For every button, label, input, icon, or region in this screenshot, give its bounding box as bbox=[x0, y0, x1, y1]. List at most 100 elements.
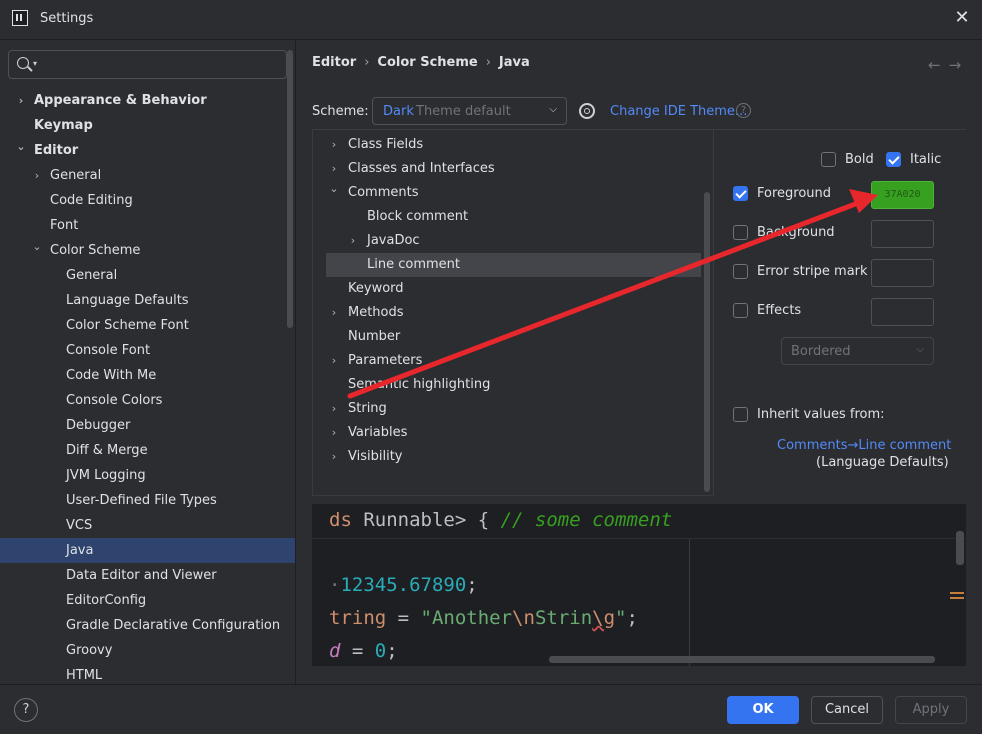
apply-button[interactable]: Apply bbox=[895, 696, 967, 724]
sidebar-item[interactable]: › General bbox=[0, 163, 295, 188]
sidebar-item[interactable]: Font bbox=[0, 213, 295, 238]
search-input[interactable] bbox=[45, 55, 275, 75]
sidebar-scrollbar[interactable] bbox=[287, 50, 293, 328]
attribute-item-label: Keyword bbox=[348, 281, 404, 296]
sidebar-item-label: Language Defaults bbox=[66, 293, 189, 308]
italic-checkbox[interactable] bbox=[886, 152, 901, 167]
chevron-right-icon[interactable]: › bbox=[16, 88, 26, 113]
sidebar-item[interactable]: General bbox=[0, 263, 295, 288]
sidebar-item[interactable]: Keymap bbox=[0, 113, 295, 138]
foreground-color-swatch[interactable]: 37A020 bbox=[871, 181, 934, 209]
chevron-right-icon[interactable]: › bbox=[329, 445, 339, 469]
sidebar-item[interactable]: HTML bbox=[0, 663, 295, 684]
effect-type-dropdown[interactable]: Bordered ⌵ bbox=[781, 337, 934, 365]
sidebar-item[interactable]: Diff & Merge bbox=[0, 438, 295, 463]
code-preview[interactable]: ds Runnable> { // some comment ·12345.67… bbox=[312, 504, 966, 666]
sidebar-item-label: General bbox=[50, 168, 102, 183]
close-icon[interactable]: ✕ bbox=[952, 8, 972, 28]
code-text: ; bbox=[626, 607, 638, 629]
preview-vertical-scrollbar[interactable] bbox=[956, 531, 964, 565]
inherit-checkbox[interactable] bbox=[733, 407, 748, 422]
attribute-item-label: Comments bbox=[348, 185, 419, 200]
attribute-item[interactable]: › Visibility bbox=[313, 445, 703, 469]
sidebar-item[interactable]: ⌄ Editor bbox=[0, 138, 295, 163]
search-box[interactable]: ▾ bbox=[8, 50, 287, 79]
breadcrumb-separator-icon: › bbox=[485, 55, 491, 70]
sidebar-item[interactable]: Data Editor and Viewer bbox=[0, 563, 295, 588]
attribute-item[interactable]: › Parameters bbox=[313, 349, 703, 373]
attribute-item-label: String bbox=[348, 401, 387, 416]
sidebar-item[interactable]: Console Colors bbox=[0, 388, 295, 413]
effects-label: Effects bbox=[757, 303, 802, 318]
attribute-item[interactable]: Number bbox=[313, 325, 703, 349]
chevron-right-icon[interactable]: › bbox=[329, 349, 339, 373]
sidebar-item[interactable]: Console Font bbox=[0, 338, 295, 363]
sidebar-item[interactable]: Debugger bbox=[0, 413, 295, 438]
error-stripe-color-swatch[interactable] bbox=[871, 259, 934, 287]
chevron-right-icon[interactable]: › bbox=[348, 229, 358, 253]
sidebar-item-label: Groovy bbox=[66, 643, 113, 658]
chevron-right-icon[interactable]: › bbox=[32, 163, 42, 188]
sidebar-item[interactable]: Groovy bbox=[0, 638, 295, 663]
sidebar-item[interactable]: User-Defined File Types bbox=[0, 488, 295, 513]
background-color-swatch[interactable] bbox=[871, 220, 934, 248]
chevron-right-icon[interactable]: › bbox=[329, 421, 339, 445]
code-text: ; bbox=[386, 640, 398, 662]
help-button[interactable]: ? bbox=[14, 698, 38, 722]
attribute-item[interactable]: Block comment bbox=[313, 205, 703, 229]
scheme-dropdown[interactable]: Dark Theme default ⌵ bbox=[372, 97, 567, 125]
sidebar-item[interactable]: Code With Me bbox=[0, 363, 295, 388]
attribute-item[interactable]: › String bbox=[313, 397, 703, 421]
back-arrow-icon[interactable]: ← bbox=[928, 56, 949, 74]
chevron-down-icon[interactable]: ⌄ bbox=[16, 134, 26, 159]
sidebar-item[interactable]: ⌄ Color Scheme bbox=[0, 238, 295, 263]
dialog-button-bar: ? OK Cancel Apply bbox=[0, 684, 982, 734]
background-checkbox[interactable] bbox=[733, 225, 748, 240]
chevron-right-icon[interactable]: › bbox=[329, 133, 339, 157]
preview-horizontal-scrollbar[interactable] bbox=[549, 656, 935, 663]
attribute-item-label: Class Fields bbox=[348, 137, 424, 152]
effects-checkbox[interactable] bbox=[733, 303, 748, 318]
attributes-scrollbar[interactable] bbox=[704, 192, 710, 492]
help-icon[interactable]: ? bbox=[736, 103, 751, 118]
chevron-right-icon[interactable]: › bbox=[329, 397, 339, 421]
sidebar-item[interactable]: Code Editing bbox=[0, 188, 295, 213]
attribute-item[interactable]: ⌄ Comments bbox=[313, 181, 703, 205]
sidebar-item[interactable]: JVM Logging bbox=[0, 463, 295, 488]
attribute-item[interactable]: Keyword bbox=[313, 277, 703, 301]
sidebar-item[interactable]: Java bbox=[0, 538, 295, 563]
attribute-item[interactable]: Line comment bbox=[326, 253, 701, 277]
ok-button[interactable]: OK bbox=[727, 696, 799, 724]
breadcrumb-item-editor[interactable]: Editor bbox=[312, 55, 356, 70]
error-stripe-marker[interactable] bbox=[950, 592, 964, 594]
inherit-source-link[interactable]: Comments→Line comment bbox=[777, 438, 951, 453]
attribute-item[interactable]: Semantic highlighting bbox=[313, 373, 703, 397]
sidebar-item-label: Data Editor and Viewer bbox=[66, 568, 217, 583]
effects-color-swatch[interactable] bbox=[871, 298, 934, 326]
foreground-checkbox[interactable] bbox=[733, 186, 748, 201]
attribute-item[interactable]: › JavaDoc bbox=[313, 229, 703, 253]
sidebar-item[interactable]: › Appearance & Behavior bbox=[0, 88, 295, 113]
attribute-item[interactable]: › Variables bbox=[313, 421, 703, 445]
change-ide-theme-link[interactable]: Change IDE Theme... bbox=[610, 104, 747, 119]
error-stripe-checkbox[interactable] bbox=[733, 264, 748, 279]
chevron-down-icon[interactable]: ⌄ bbox=[32, 234, 42, 259]
chevron-right-icon[interactable]: › bbox=[329, 157, 339, 181]
sidebar-item[interactable]: VCS bbox=[0, 513, 295, 538]
sidebar-item-label: Debugger bbox=[66, 418, 131, 433]
search-options-caret-icon[interactable]: ▾ bbox=[33, 59, 37, 68]
breadcrumb-item-color-scheme[interactable]: Color Scheme bbox=[377, 55, 477, 70]
forward-arrow-icon[interactable]: → bbox=[949, 56, 970, 74]
breadcrumb-item-java: Java bbox=[498, 55, 530, 70]
chevron-right-icon[interactable]: › bbox=[329, 301, 339, 325]
sidebar-item[interactable]: Language Defaults bbox=[0, 288, 295, 313]
sidebar-item[interactable]: Gradle Declarative Configuration bbox=[0, 613, 295, 638]
gear-icon[interactable] bbox=[579, 103, 595, 119]
bold-checkbox[interactable] bbox=[821, 152, 836, 167]
attribute-item[interactable]: › Methods bbox=[313, 301, 703, 325]
sidebar-item[interactable]: EditorConfig bbox=[0, 588, 295, 613]
cancel-button[interactable]: Cancel bbox=[811, 696, 883, 724]
attribute-item[interactable]: › Classes and Interfaces bbox=[313, 157, 703, 181]
attribute-item[interactable]: › Class Fields bbox=[313, 133, 703, 157]
sidebar-item[interactable]: Color Scheme Font bbox=[0, 313, 295, 338]
